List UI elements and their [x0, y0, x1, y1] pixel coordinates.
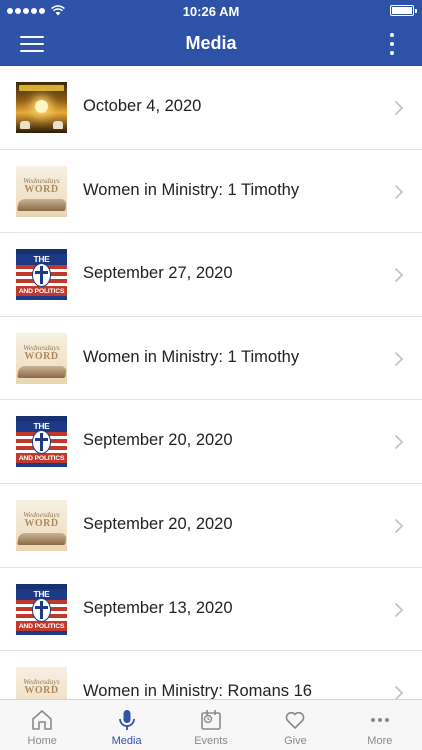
tab-label: Home	[27, 735, 57, 747]
ellipsis-icon	[370, 718, 389, 722]
navigation-bar: Media	[0, 22, 422, 66]
chevron-right-icon	[394, 268, 404, 283]
media-list-item[interactable]: THE CHURCH AND POLITICS September 20, 20…	[0, 400, 422, 484]
chevron-right-icon	[394, 184, 404, 199]
status-bar: 10:26 AM	[0, 0, 422, 22]
wednesdays-word-thumbnail: Wednesdays WORD	[16, 499, 67, 551]
tab-bar: Home Media Events Give More	[0, 699, 422, 750]
tab-media[interactable]: Media	[84, 700, 168, 750]
media-list-item[interactable]: Wednesdays WORD Women in Ministry: 1 Tim…	[0, 317, 422, 401]
microphone-icon	[118, 710, 135, 730]
vertical-ellipsis-icon[interactable]	[388, 32, 396, 56]
media-list-item[interactable]: THE CHURCH AND POLITICS September 27, 20…	[0, 233, 422, 317]
church-and-politics-thumbnail: THE CHURCH AND POLITICS	[16, 416, 67, 468]
chevron-right-icon	[394, 518, 404, 534]
tab-label: Give	[284, 735, 307, 747]
chevron-right-icon	[394, 435, 404, 450]
page-title: Media	[185, 33, 237, 53]
media-item-title: Women in Ministry: Romans 16	[83, 682, 312, 699]
calendar-icon	[201, 710, 221, 730]
media-item-title: Women in Ministry: 1 Timothy	[83, 347, 300, 366]
tab-more[interactable]: More	[338, 700, 422, 750]
media-list-item[interactable]: Wednesdays WORD September 20, 2020	[0, 484, 422, 568]
media-list-item[interactable]: THE CHURCH AND POLITICS September 13, 20…	[0, 568, 422, 652]
tab-label: More	[367, 735, 393, 747]
wednesdays-word-thumbnail: Wednesdays WORD	[16, 332, 67, 384]
wednesdays-word-thumbnail: Wednesdays WORD	[16, 165, 67, 217]
home-icon	[32, 710, 53, 730]
heart-icon	[286, 711, 305, 729]
chevron-right-icon	[394, 602, 404, 617]
chevron-right-icon	[394, 686, 404, 699]
wednesdays-word-thumbnail: Wednesdays WORD	[16, 667, 67, 699]
status-time: 10:26 AM	[182, 4, 240, 19]
media-item-title: September 13, 2020	[83, 598, 233, 617]
media-item-title: October 4, 2020	[83, 97, 202, 115]
media-list-item[interactable]: October 4, 2020	[0, 66, 422, 150]
tab-label: Events	[194, 735, 228, 747]
church-and-politics-thumbnail: THE CHURCH AND POLITICS	[16, 249, 67, 301]
sunrise-worship-thumbnail	[16, 82, 67, 133]
battery-icon	[390, 5, 417, 16]
church-and-politics-thumbnail: THE CHURCH AND POLITICS	[16, 583, 67, 635]
media-item-title: September 27, 2020	[83, 264, 233, 283]
tab-events[interactable]: Events	[169, 700, 253, 750]
tab-give[interactable]: Give	[253, 700, 337, 750]
media-item-title: September 20, 2020	[83, 431, 233, 450]
tab-home[interactable]: Home	[0, 700, 84, 750]
chevron-right-icon	[394, 351, 404, 366]
chevron-right-icon	[394, 100, 404, 116]
media-item-title: Women in Ministry: 1 Timothy	[83, 180, 300, 199]
tab-label: Media	[111, 735, 142, 747]
media-list: October 4, 2020 Wednesdays WORD Women in…	[0, 66, 422, 699]
media-list-item[interactable]: Wednesdays WORD Women in Ministry: 1 Tim…	[0, 150, 422, 234]
media-item-title: September 20, 2020	[83, 514, 233, 533]
media-list-item[interactable]: Wednesdays WORD Women in Ministry: Roman…	[0, 651, 422, 699]
